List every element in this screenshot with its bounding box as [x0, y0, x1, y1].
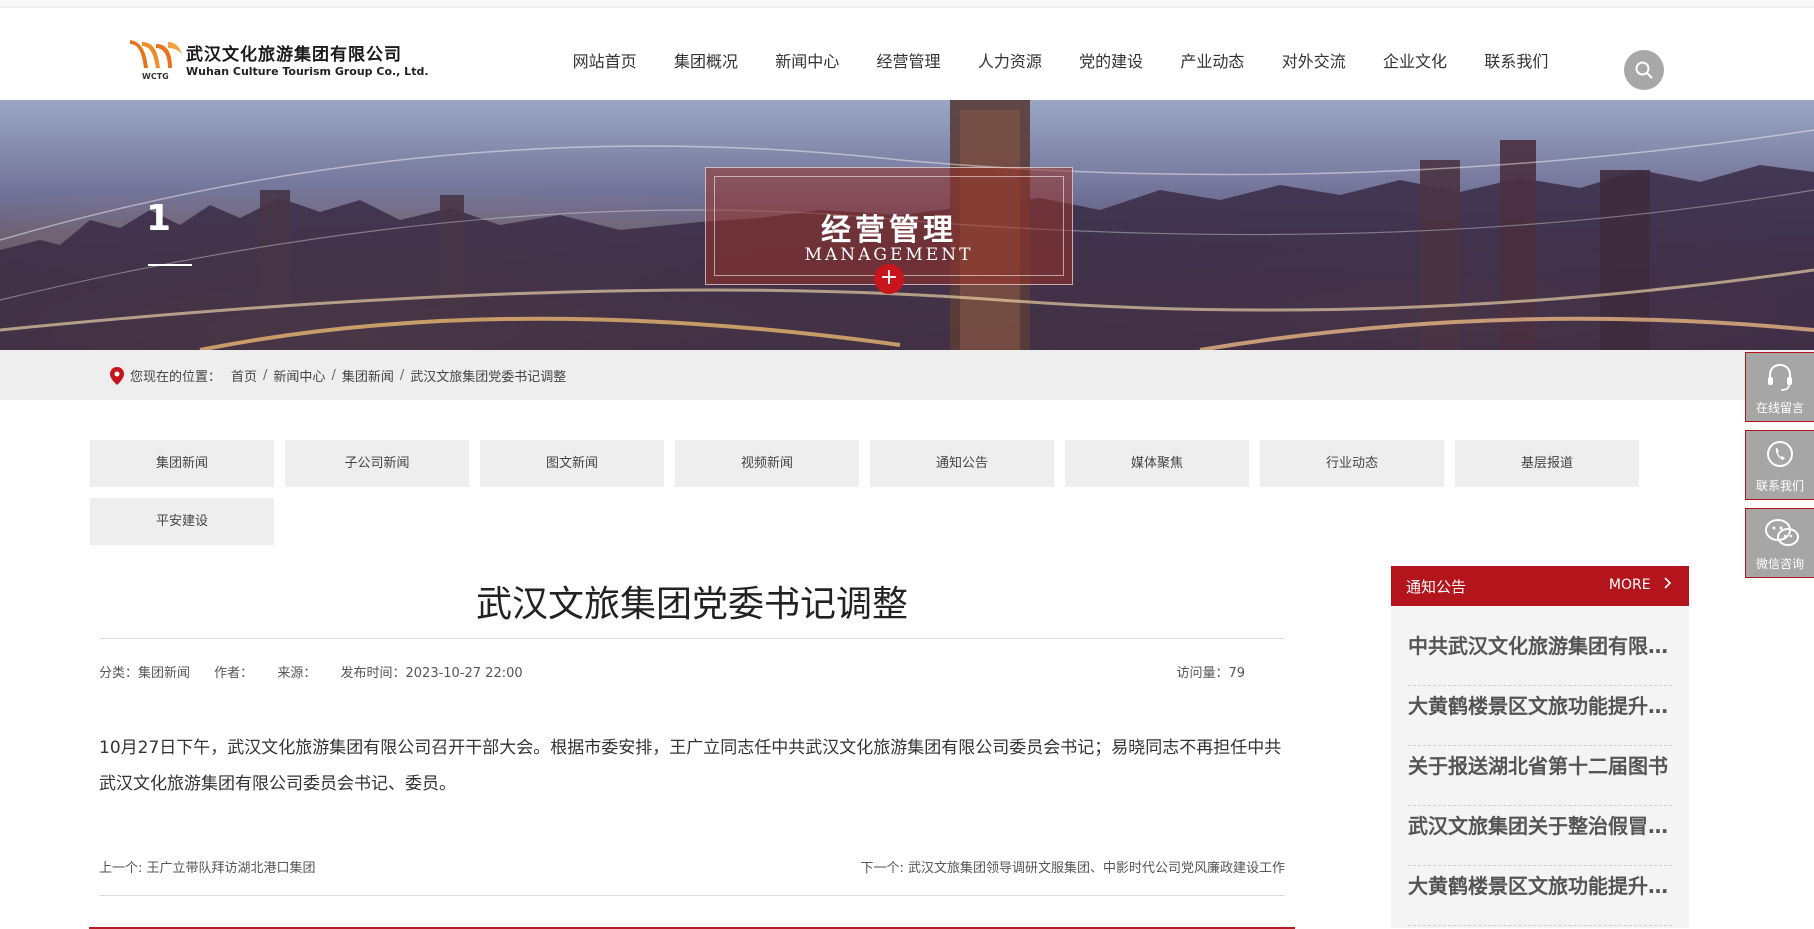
tab-media-focus[interactable]: 媒体聚焦	[1065, 440, 1249, 487]
slide-number: 1	[146, 198, 172, 239]
nav-item-news[interactable]: 新闻中心	[757, 48, 858, 72]
breadcrumb-separator: /	[399, 368, 405, 383]
main-nav: 网站首页 集团概况 新闻中心 经营管理 人力资源 党的建设 产业动态 对外交流 …	[554, 48, 1567, 72]
meta-category: 分类：集团新闻	[99, 666, 190, 681]
tab-subsidiary-news[interactable]: 子公司新闻	[285, 440, 469, 487]
breadcrumb-separator: /	[331, 368, 336, 383]
float-online-message[interactable]: 在线留言	[1745, 352, 1814, 422]
meta-views: 访问量：79	[1176, 662, 1245, 681]
prev-title: 王广立带队拜访湖北港口集团	[146, 861, 316, 876]
breadcrumb-home[interactable]: 首页	[231, 366, 257, 385]
article-body: 10月27日下午，武汉文化旅游集团有限公司召开干部大会。根据市委安排，王广立同志…	[99, 738, 1282, 794]
article-title: 武汉文旅集团党委书记调整	[475, 584, 908, 625]
banner-title-cn: 经营管理	[821, 213, 957, 248]
meta-author: 作者：	[214, 666, 254, 681]
list-item[interactable]: 中共武汉文化旅游集团有限公司	[1408, 626, 1672, 686]
search-button[interactable]	[1624, 50, 1664, 90]
list-item-text: 关于报送湖北省第十二届图书	[1408, 754, 1668, 778]
article-prev-next: 上一个: 王广立带队拜访湖北港口集团 下一个: 武汉文旅集团领导调研文服集团、中…	[99, 857, 1285, 876]
float-label: 在线留言	[1755, 401, 1804, 415]
nav-item-industry[interactable]: 产业动态	[1162, 48, 1263, 72]
next-title: 武汉文旅集团领导调研文服集团、中影时代公司党风廉政建设工作	[907, 861, 1285, 876]
list-item[interactable]: 武汉文旅集团关于整治假冒国企	[1408, 806, 1672, 866]
slide-indicator-line	[148, 264, 192, 266]
next-article-link[interactable]: 下一个: 武汉文旅集团领导调研文服集团、中影时代公司党风廉政建设工作	[860, 857, 1285, 876]
headset-icon	[1768, 363, 1792, 391]
wechat-icon	[1765, 519, 1799, 546]
nav-item-culture[interactable]: 企业文化	[1364, 48, 1465, 72]
meta-source: 来源：	[277, 666, 317, 681]
logo-english-name: Wuhan Culture Tourism Group Co., Ltd.	[186, 65, 429, 78]
breadcrumb-group-news[interactable]: 集团新闻	[342, 366, 394, 385]
meta-date-label: 发布时间：	[340, 666, 406, 681]
site-logo[interactable]: WCTG 武汉文化旅游集团有限公司 Wuhan Culture Tourism …	[128, 34, 429, 88]
tab-group-news[interactable]: 集团新闻	[90, 440, 274, 487]
nav-item-overview[interactable]: 集团概况	[655, 48, 756, 72]
list-item[interactable]: 大黄鹤楼景区文旅功能提升工程	[1408, 686, 1672, 746]
breadcrumb-news-center[interactable]: 新闻中心	[273, 366, 325, 385]
prev-article-link[interactable]: 上一个: 王广立带队拜访湖北港口集团	[99, 861, 316, 876]
notice-sidebar-header: 通知公告 MORE	[1391, 566, 1689, 606]
article-meta: 分类：集团新闻 作者： 来源： 发布时间：2023-10-27 22:00 访问…	[99, 662, 1285, 681]
notice-list: 中共武汉文化旅游集团有限公司 大黄鹤楼景区文旅功能提升工程 关于报送湖北省第十二…	[1408, 626, 1672, 926]
list-item-text: 大黄鹤楼景区文旅功能提升工程	[1408, 694, 1672, 718]
divider	[99, 638, 1285, 639]
float-label: 微信咨询	[1755, 557, 1804, 571]
next-label: 下一个:	[860, 861, 908, 876]
nav-item-contact[interactable]: 联系我们	[1466, 48, 1567, 72]
breadcrumb-separator: /	[263, 368, 268, 383]
phone-icon	[1767, 441, 1793, 467]
list-item-text: 武汉文旅集团关于整治假冒国企	[1408, 814, 1672, 838]
nav-item-business[interactable]: 经营管理	[858, 48, 959, 72]
nav-item-exchange[interactable]: 对外交流	[1263, 48, 1364, 72]
tab-photo-news[interactable]: 图文新闻	[480, 440, 664, 487]
logo-abbr: WCTG	[142, 72, 169, 81]
breadcrumb: 您现在的位置： 首页 / 新闻中心 / 集团新闻 / 武汉文旅集团党委书记调整	[110, 366, 566, 385]
breadcrumb-current: 武汉文旅集团党委书记调整	[410, 370, 567, 385]
float-label: 联系我们	[1755, 479, 1804, 493]
list-item-text: 大黄鹤楼景区文旅功能提升工程	[1408, 874, 1672, 898]
banner-plus-button[interactable]: +	[874, 264, 904, 294]
meta-views-label: 访问量：	[1176, 666, 1229, 681]
site-header: WCTG 武汉文化旅游集团有限公司 Wuhan Culture Tourism …	[0, 8, 1814, 100]
tab-grassroots[interactable]: 基层报道	[1455, 440, 1639, 487]
meta-category-value: 集团新闻	[138, 666, 191, 681]
meta-category-label: 分类：	[99, 666, 139, 681]
browser-bookmark-strip	[0, 0, 1814, 8]
list-item[interactable]: 关于报送湖北省第十二届图书	[1408, 746, 1672, 806]
nav-item-home[interactable]: 网站首页	[554, 48, 655, 72]
more-label: MORE	[1608, 577, 1651, 593]
tab-video-news[interactable]: 视频新闻	[675, 440, 859, 487]
float-contact[interactable]: 联系我们	[1745, 430, 1814, 500]
search-icon	[1635, 61, 1653, 79]
list-item[interactable]: 大黄鹤楼景区文旅功能提升工程	[1408, 866, 1672, 926]
page-banner: 1 经营管理 MANAGEMENT +	[0, 100, 1814, 350]
meta-date: 发布时间：2023-10-27 22:00	[340, 666, 522, 681]
float-wechat[interactable]: 微信咨询	[1745, 508, 1814, 578]
nav-item-hr[interactable]: 人力资源	[959, 48, 1060, 72]
notice-sidebar: 通知公告 MORE 中共武汉文化旅游集团有限公司 大黄鹤楼景区文旅功能提升工程 …	[1391, 566, 1689, 928]
breadcrumb-prefix: 您现在的位置：	[130, 370, 222, 385]
list-item-text: 中共武汉文化旅游集团有限公司	[1408, 634, 1672, 658]
meta-date-value: 2023-10-27 22:00	[405, 666, 523, 681]
tab-notices[interactable]: 通知公告	[870, 440, 1054, 487]
meta-views-value: 79	[1228, 666, 1245, 681]
notice-sidebar-title: 通知公告	[1406, 578, 1467, 596]
divider	[99, 895, 1285, 896]
breadcrumb-bar: 您现在的位置： 首页 / 新闻中心 / 集团新闻 / 武汉文旅集团党委书记调整	[0, 350, 1814, 400]
location-pin-icon	[110, 366, 124, 385]
banner-title-en: MANAGEMENT	[804, 245, 974, 265]
chevron-right-icon	[1664, 577, 1672, 589]
more-link[interactable]: MORE	[1609, 577, 1673, 593]
tab-industry-news[interactable]: 行业动态	[1260, 440, 1444, 487]
tab-safety[interactable]: 平安建设	[90, 498, 274, 545]
nav-item-party[interactable]: 党的建设	[1060, 48, 1161, 72]
logo-chinese-name: 武汉文化旅游集团有限公司	[186, 45, 402, 65]
prev-label: 上一个:	[99, 861, 147, 876]
